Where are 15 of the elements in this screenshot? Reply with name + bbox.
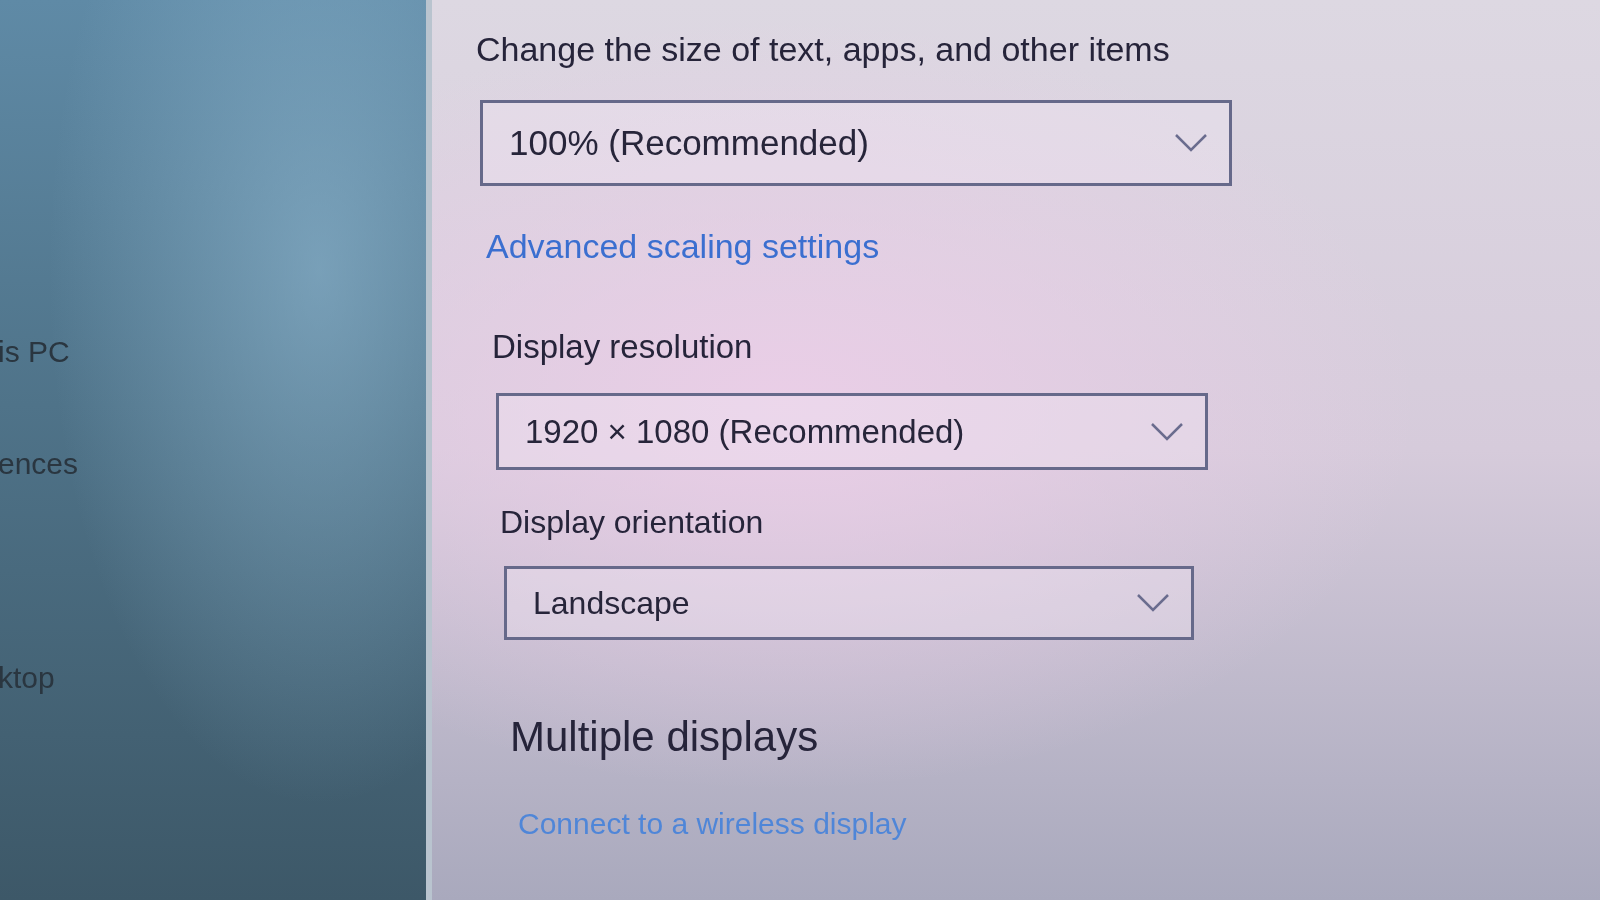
setting-label: Change the size of text, apps, and other items: [476, 29, 1170, 70]
scale-dropdown[interactable]: 100% (Recommended): [480, 100, 1232, 186]
sidebar-item[interactable]: is PC: [0, 334, 70, 370]
chevron-down-icon: [1175, 134, 1207, 152]
advanced-scaling-link[interactable]: Advanced scaling settings: [486, 226, 880, 266]
setting-label: Display resolution: [492, 327, 753, 367]
chevron-down-icon: [1137, 594, 1169, 612]
orientation-dropdown[interactable]: Landscape: [504, 566, 1194, 640]
wireless-display-link[interactable]: Connect to a wireless display: [518, 806, 907, 842]
setting-label: Display orientation: [500, 503, 764, 542]
resolution-dropdown[interactable]: 1920 × 1080 (Recommended): [496, 393, 1208, 470]
sidebar-item[interactable]: ences: [0, 446, 79, 482]
section-heading: Multiple displays: [510, 712, 819, 762]
sidebar-item[interactable]: ktop: [0, 660, 55, 696]
chevron-down-icon: [1151, 422, 1183, 441]
